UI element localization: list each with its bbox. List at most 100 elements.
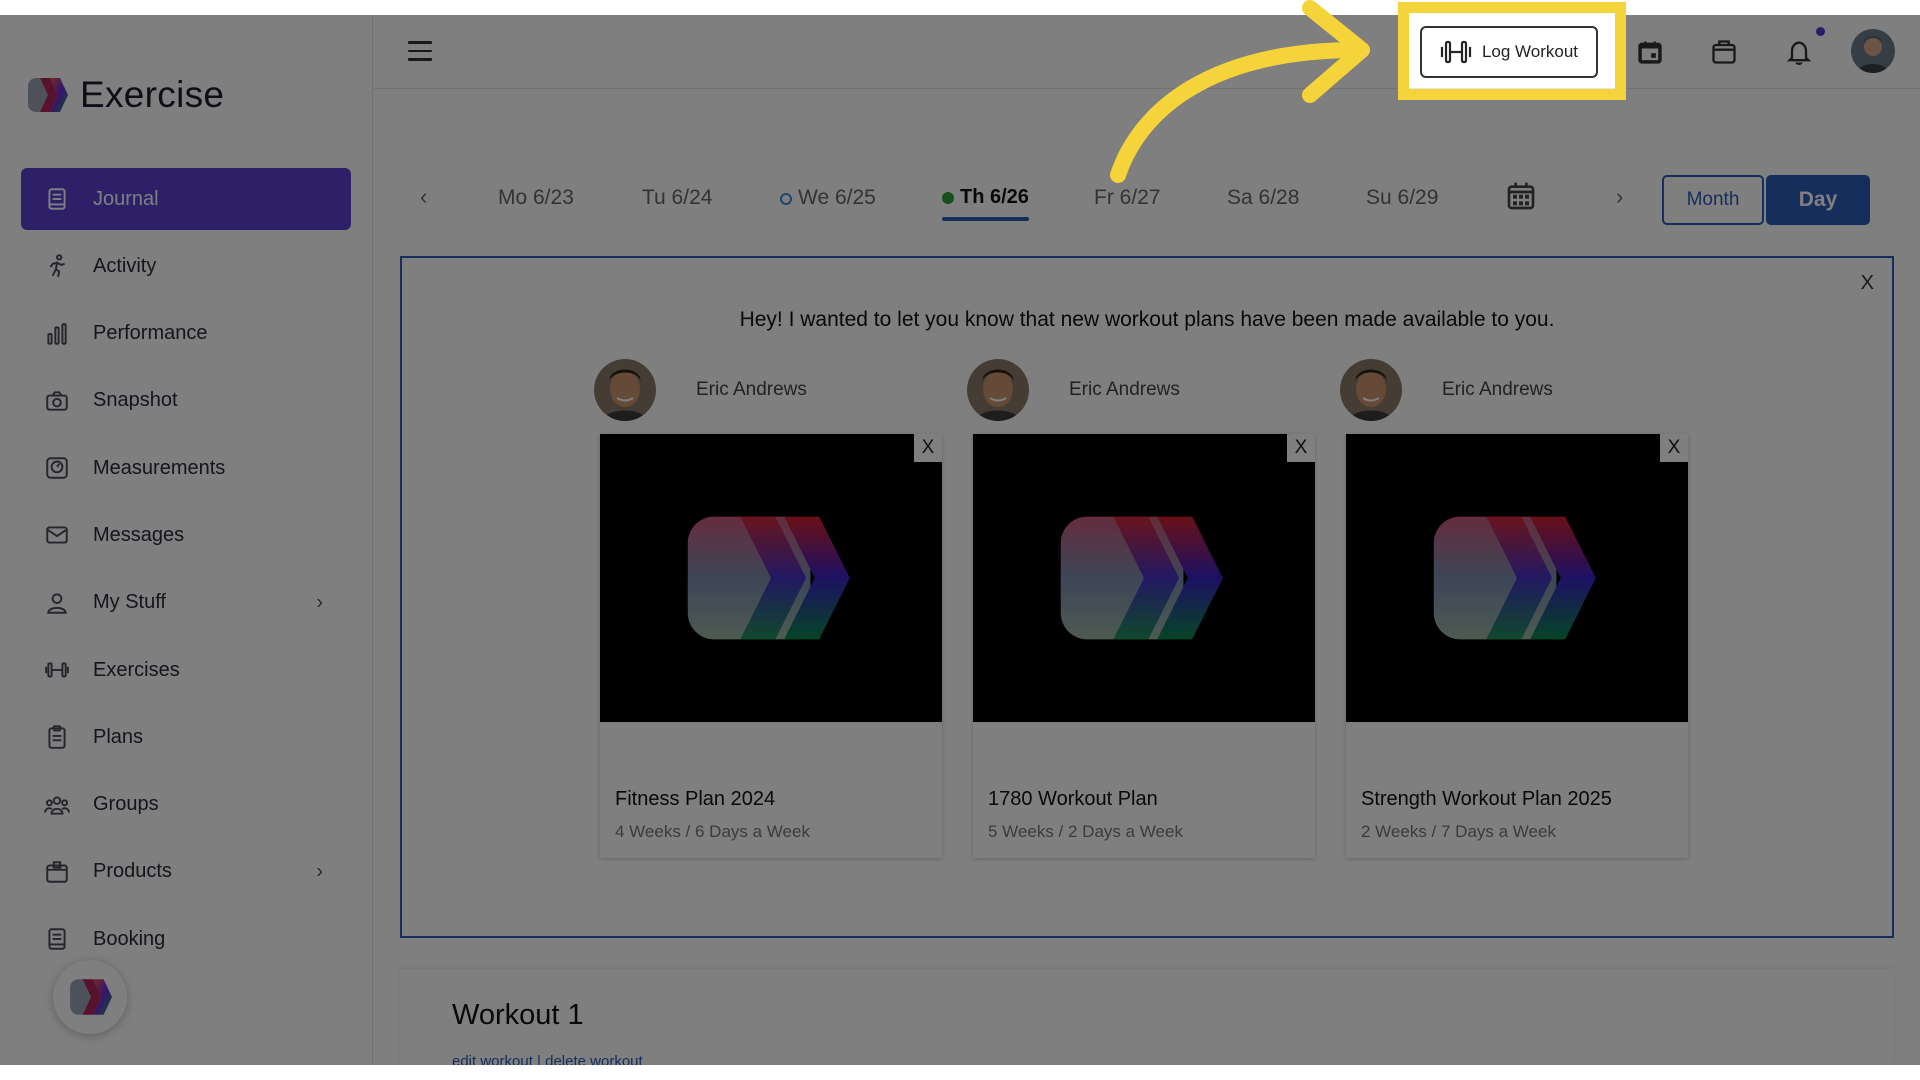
day-view-button[interactable]: Day — [1766, 175, 1870, 225]
plan-author: Eric Andrews — [967, 358, 1311, 422]
plan-title: Fitness Plan 2024 — [615, 788, 776, 810]
plan-author: Eric Andrews — [1340, 358, 1684, 422]
brand-logo-icon — [70, 979, 112, 1015]
sidebar-item-messages[interactable]: Messages — [21, 504, 351, 566]
dismiss-plan-button[interactable]: X — [1287, 434, 1315, 462]
running-icon — [43, 252, 71, 280]
sidebar-item-performance[interactable]: Performance — [21, 303, 351, 365]
sidebar: Exercise Journal Activity Performance Sn… — [0, 15, 373, 1065]
plan-title: 1780 Workout Plan — [988, 788, 1158, 810]
next-week-button[interactable]: › — [1616, 184, 1623, 210]
close-panel-button[interactable]: X — [1861, 272, 1874, 295]
sidebar-item-label: Messages — [93, 523, 185, 546]
dumbbell-icon — [43, 656, 71, 684]
dumbbell-icon — [1440, 40, 1472, 64]
new-plans-panel: X Hey! I wanted to let you know that new… — [400, 256, 1894, 938]
sidebar-item-label: Plans — [93, 725, 144, 748]
sidebar-item-snapshot[interactable]: Snapshot — [21, 370, 351, 432]
brand-logo-icon — [1060, 516, 1223, 640]
hamburger-menu-icon[interactable] — [408, 41, 432, 61]
sidebar-item-label: My Stuff — [93, 591, 166, 614]
author-avatar — [967, 359, 1029, 421]
plan-card[interactable]: X 1780 Workout Plan 5 Weeks / 2 Days a W… — [973, 434, 1315, 858]
plan-card[interactable]: X Fitness Plan 2024 4 Weeks / 6 Days a W… — [600, 434, 942, 858]
empty-status-dot — [780, 193, 792, 205]
dismiss-plan-button[interactable]: X — [1660, 434, 1688, 462]
sidebar-item-journal[interactable]: Journal — [21, 168, 351, 230]
box-icon — [43, 858, 71, 886]
camera-icon — [43, 387, 71, 415]
sidebar-item-booking[interactable]: Booking — [21, 908, 351, 970]
plan-item: Eric Andrews X Fitness Plan 2024 4 Weeks… — [594, 358, 942, 858]
delete-workout-link[interactable]: delete workout — [545, 1053, 643, 1065]
plan-card[interactable]: X Strength Workout Plan 2025 2 Weeks / 7… — [1346, 434, 1688, 858]
day-tab-label: Th 6/26 — [960, 186, 1029, 208]
edit-workout-link[interactable]: edit workout — [452, 1053, 533, 1065]
user-avatar[interactable] — [1851, 29, 1895, 73]
sidebar-item-label: Snapshot — [93, 389, 178, 412]
completed-status-dot — [942, 192, 954, 204]
notification-dot — [1816, 27, 1825, 36]
plan-duration: 2 Weeks / 7 Days a Week — [1361, 822, 1556, 841]
day-tab-tue[interactable]: Tu 6/24 — [642, 186, 712, 210]
day-tab-fri[interactable]: Fr 6/27 — [1094, 186, 1161, 210]
screen-top-border — [0, 0, 1920, 15]
sidebar-item-label: Exercises — [93, 658, 180, 681]
calendar-icon[interactable] — [1635, 37, 1665, 67]
day-tab-sun[interactable]: Su 6/29 — [1366, 186, 1438, 210]
store-icon[interactable] — [1709, 37, 1739, 67]
sidebar-item-label: Performance — [93, 322, 208, 345]
assistant-button[interactable] — [53, 960, 127, 1034]
bar-chart-icon — [43, 320, 71, 348]
bell-icon[interactable] — [1784, 37, 1814, 67]
calendar-picker-icon[interactable] — [1505, 180, 1537, 212]
link-separator: | — [537, 1053, 541, 1065]
top-bar: Log Workout — [374, 15, 1920, 89]
plan-thumbnail: X — [1346, 434, 1688, 722]
day-tab-wed[interactable]: We 6/25 — [780, 186, 876, 210]
sidebar-item-label: Activity — [93, 254, 157, 277]
month-view-button[interactable]: Month — [1662, 175, 1764, 225]
workout-actions: edit workout | delete workout — [452, 1053, 643, 1065]
day-tab-thu[interactable]: Th 6/26 — [942, 186, 1029, 221]
book-icon — [43, 925, 71, 953]
sidebar-item-groups[interactable]: Groups — [21, 774, 351, 836]
date-navigation: ‹ Mo 6/23 Tu 6/24 We 6/25 Th 6/26 Fr 6/2… — [374, 170, 1920, 230]
journal-icon — [43, 185, 71, 213]
panel-message: Hey! I wanted to let you know that new w… — [739, 308, 1555, 331]
plan-duration: 5 Weeks / 2 Days a Week — [988, 822, 1183, 841]
brand[interactable]: Exercise — [26, 57, 224, 132]
day-tab-label: We 6/25 — [798, 186, 876, 209]
group-icon — [43, 791, 71, 819]
previous-week-button[interactable]: ‹ — [420, 184, 427, 210]
author-name: Eric Andrews — [1442, 379, 1553, 400]
brand-logo-icon — [1433, 516, 1596, 640]
brand-logo-icon — [28, 77, 68, 112]
dismiss-plan-button[interactable]: X — [914, 434, 942, 462]
log-workout-button[interactable]: Log Workout — [1420, 26, 1598, 78]
sidebar-item-products[interactable]: Products › — [21, 841, 351, 903]
plan-duration: 4 Weeks / 6 Days a Week — [615, 822, 810, 841]
brand-logo-icon — [687, 516, 850, 640]
chevron-right-icon[interactable]: › — [316, 860, 323, 883]
sidebar-item-my-stuff[interactable]: My Stuff › — [21, 572, 351, 634]
day-tab-mon[interactable]: Mo 6/23 — [498, 186, 574, 210]
clipboard-icon — [43, 723, 71, 751]
chevron-right-icon[interactable]: › — [316, 591, 323, 614]
sidebar-item-label: Journal — [93, 187, 159, 210]
sidebar-item-measurements[interactable]: Measurements — [21, 437, 351, 499]
sidebar-item-label: Booking — [93, 927, 166, 950]
log-workout-label: Log Workout — [1481, 42, 1579, 61]
day-tab-sat[interactable]: Sa 6/28 — [1227, 186, 1299, 210]
sidebar-item-label: Measurements — [93, 456, 226, 479]
scale-icon — [43, 454, 71, 482]
plan-title: Strength Workout Plan 2025 — [1361, 788, 1612, 810]
sidebar-item-exercises[interactable]: Exercises — [21, 639, 351, 701]
plan-thumbnail: X — [600, 434, 942, 722]
plan-item: Eric Andrews X 1780 Workout Plan 5 Weeks… — [967, 358, 1315, 858]
plan-thumbnail: X — [973, 434, 1315, 722]
sidebar-item-activity[interactable]: Activity — [21, 235, 351, 297]
sidebar-item-plans[interactable]: Plans — [21, 706, 351, 768]
view-toggle: Month Day — [1662, 175, 1870, 225]
plan-author: Eric Andrews — [594, 358, 938, 422]
